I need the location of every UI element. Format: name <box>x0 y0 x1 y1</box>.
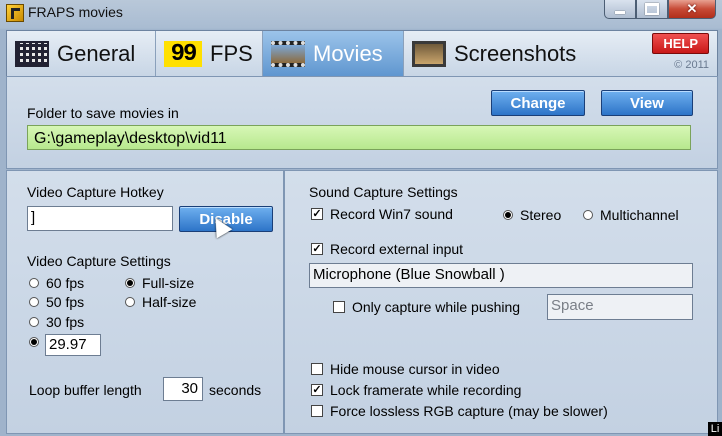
checkbox-force-lossless[interactable]: Force lossless RGB capture (may be slowe… <box>311 403 608 419</box>
loop-buffer-unit: seconds <box>209 382 262 398</box>
radio-full-size[interactable]: Full-size <box>125 275 194 291</box>
help-button[interactable]: HELP <box>652 33 709 54</box>
tab-fps[interactable]: 99 FPS <box>156 31 263 77</box>
fps-99-icon: 99 <box>164 41 202 68</box>
radio-icon <box>29 297 39 307</box>
maximize-button[interactable] <box>636 0 668 19</box>
hotkey-label: Video Capture Hotkey <box>27 184 164 200</box>
radio-label: 50 fps <box>46 294 85 310</box>
checkbox-label: Hide mouse cursor in video <box>330 361 500 377</box>
checkbox-label: Record Win7 sound <box>330 206 453 222</box>
radio-icon <box>29 317 39 327</box>
radio-label: Stereo <box>520 207 562 223</box>
radio-label: 60 fps <box>46 275 85 291</box>
tab-general[interactable]: General <box>7 31 156 77</box>
fraps-window: FRAPS movies ✕ General 99 FPS Movies Scr… <box>0 0 722 436</box>
corner-overlay-text: Li <box>708 422 722 436</box>
custom-fps-input[interactable]: 29.97 <box>45 334 101 356</box>
loop-buffer-label: Loop buffer length <box>29 382 142 398</box>
sound-panel: Sound Capture Settings ✓ Record Win7 soun… <box>284 170 718 434</box>
tab-movies[interactable]: Movies <box>263 31 404 77</box>
checkbox-record-win7-sound[interactable]: ✓ Record Win7 sound <box>311 206 453 222</box>
close-icon: ✕ <box>686 1 698 16</box>
radio-label: Half-size <box>142 294 197 310</box>
video-panel: Video Capture Hotkey ] Disable Video Cap… <box>6 170 284 434</box>
radio-icon <box>29 337 39 347</box>
window-controls: ✕ <box>604 0 716 20</box>
fraps-app-icon <box>6 4 24 22</box>
video-settings-label: Video Capture Settings <box>27 253 171 269</box>
hotkey-input[interactable]: ] <box>27 206 173 231</box>
change-button[interactable]: Change <box>491 90 585 116</box>
checkbox-only-capture-while-pushing[interactable]: Only capture while pushing <box>333 299 520 315</box>
tab-label: FPS <box>210 41 253 66</box>
radio-icon <box>503 210 513 220</box>
minimize-icon <box>615 10 625 14</box>
input-device-field[interactable]: Microphone (Blue Snowball ) <box>309 263 693 288</box>
checkbox-unchecked-icon <box>311 363 323 375</box>
tab-label: Screenshots <box>454 41 577 66</box>
radio-custom-fps[interactable] <box>29 337 46 347</box>
radio-label: Multichannel <box>600 207 679 223</box>
folder-path-field[interactable]: G:\gameplay\desktop\vid11 <box>27 125 691 150</box>
checkbox-lock-framerate[interactable]: ✓ Lock framerate while recording <box>311 382 521 398</box>
radio-icon <box>125 278 135 288</box>
checkbox-hide-mouse-cursor[interactable]: Hide mouse cursor in video <box>311 361 500 377</box>
radio-stereo[interactable]: Stereo <box>503 207 561 223</box>
radio-icon <box>583 210 593 220</box>
checkbox-unchecked-icon <box>333 301 345 313</box>
film-icon <box>271 41 305 67</box>
checkbox-checked-icon: ✓ <box>311 208 323 220</box>
checkbox-unchecked-icon <box>311 405 323 417</box>
radio-icon <box>125 297 135 307</box>
minimize-button[interactable] <box>604 0 636 19</box>
loop-buffer-input[interactable]: 30 <box>163 377 203 401</box>
radio-icon <box>29 278 39 288</box>
maximize-icon <box>645 3 659 15</box>
push-key-input[interactable]: Space <box>547 294 693 320</box>
close-button[interactable]: ✕ <box>668 0 716 19</box>
copyright-text: © 2011 <box>674 59 709 71</box>
radio-label: Full-size <box>142 275 195 291</box>
checkbox-record-external-input[interactable]: ✓ Record external input <box>311 241 463 257</box>
checkbox-label: Only capture while pushing <box>352 299 521 315</box>
checkbox-label: Force lossless RGB capture (may be slowe… <box>330 403 608 419</box>
folder-panel: Folder to save movies in Change View G:\… <box>6 76 718 169</box>
tab-label: General <box>57 41 136 66</box>
tab-screenshots[interactable]: Screenshots <box>404 31 596 77</box>
view-button[interactable]: View <box>601 90 693 116</box>
window-title: FRAPS movies <box>28 4 123 20</box>
sound-settings-label: Sound Capture Settings <box>309 184 458 200</box>
radio-30fps[interactable]: 30 fps <box>29 314 84 330</box>
radio-50fps[interactable]: 50 fps <box>29 294 84 310</box>
grid-icon <box>15 41 49 67</box>
tab-bar: General 99 FPS Movies Screenshots HELP ©… <box>6 30 718 77</box>
radio-multichannel[interactable]: Multichannel <box>583 207 679 223</box>
help-area: HELP © 2011 <box>652 33 709 71</box>
radio-60fps[interactable]: 60 fps <box>29 275 84 291</box>
checkbox-checked-icon: ✓ <box>311 384 323 396</box>
photo-icon <box>412 41 446 67</box>
checkbox-checked-icon: ✓ <box>311 243 323 255</box>
folder-label: Folder to save movies in <box>27 105 179 121</box>
tab-label: Movies <box>313 41 383 66</box>
title-bar: FRAPS movies ✕ <box>0 0 722 26</box>
radio-half-size[interactable]: Half-size <box>125 294 196 310</box>
checkbox-label: Lock framerate while recording <box>330 382 522 398</box>
checkbox-label: Record external input <box>330 241 464 257</box>
radio-label: 30 fps <box>46 314 85 330</box>
